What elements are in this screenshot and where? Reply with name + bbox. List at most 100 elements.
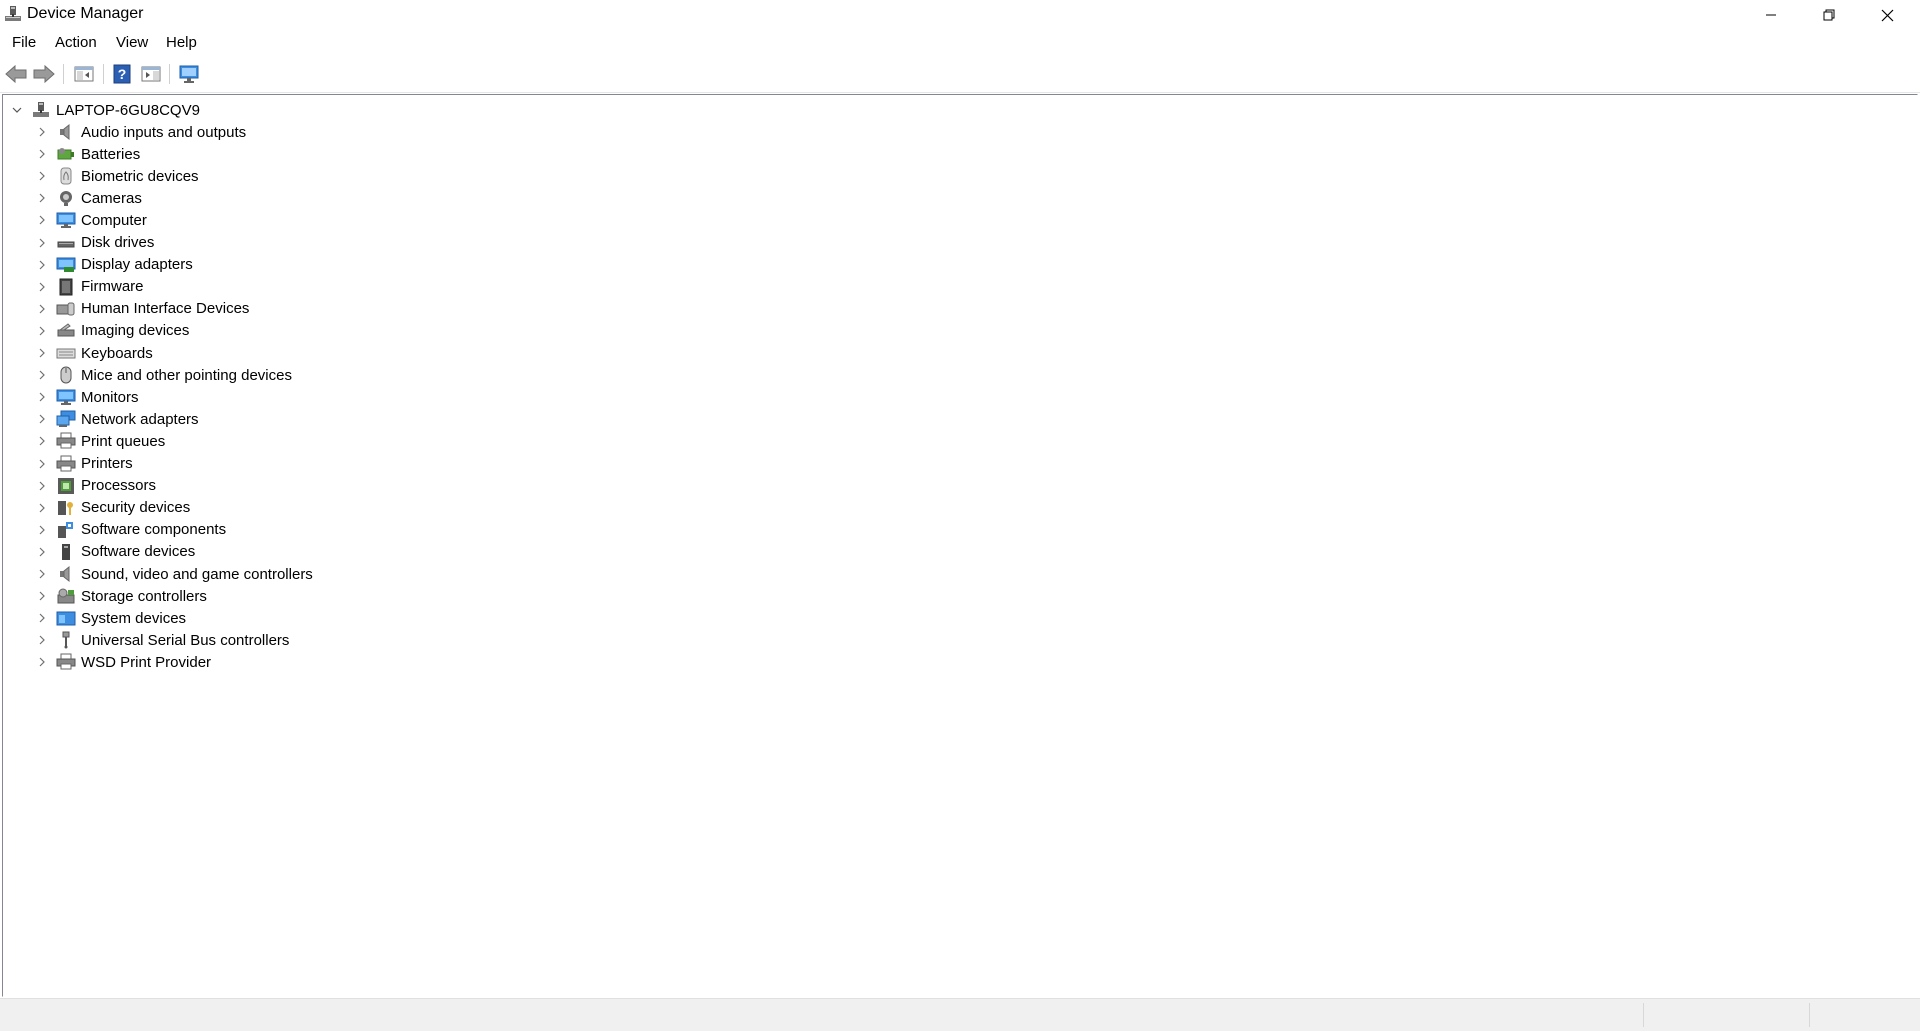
chevron-right-icon[interactable] — [36, 170, 48, 182]
chevron-right-icon[interactable] — [36, 391, 48, 403]
tree-category-item[interactable]: Software components — [36, 519, 226, 541]
chevron-right-icon[interactable] — [36, 281, 48, 293]
chevron-right-icon[interactable] — [36, 656, 48, 668]
tree-category-label: Keyboards — [81, 344, 153, 362]
chevron-right-icon[interactable] — [36, 325, 48, 337]
menu-view[interactable]: View — [114, 33, 150, 52]
tree-category-item[interactable]: Cameras — [36, 187, 142, 209]
tree-category-item[interactable]: System devices — [36, 607, 186, 629]
tree-category-item[interactable]: Sound, video and game controllers — [36, 563, 313, 585]
chevron-right-icon[interactable] — [36, 148, 48, 160]
tree-category-item[interactable]: Universal Serial Bus controllers — [36, 629, 289, 651]
tree-category-item[interactable]: Imaging devices — [36, 320, 189, 342]
printer-icon — [56, 652, 76, 672]
properties-pane-icon — [141, 66, 161, 82]
toolbar-separator — [63, 64, 64, 84]
chevron-right-icon[interactable] — [36, 192, 48, 204]
monitor-icon — [56, 387, 76, 407]
toolbar: ? — [0, 56, 1920, 93]
tree-category-item[interactable]: Computer — [36, 209, 147, 231]
system-folder-icon — [56, 608, 76, 628]
restore-button[interactable] — [1800, 0, 1858, 30]
chevron-right-icon[interactable] — [36, 237, 48, 249]
tree-root-node[interactable]: LAPTOP-6GU8CQV9 — [11, 99, 200, 121]
chevron-right-icon[interactable] — [36, 546, 48, 558]
forward-button[interactable] — [32, 62, 56, 86]
fingerprint-icon — [56, 166, 76, 186]
tree-category-item[interactable]: Keyboards — [36, 342, 153, 364]
chevron-right-icon[interactable] — [36, 590, 48, 602]
tree-category-item[interactable]: Printers — [36, 453, 133, 475]
tree-category-label: Biometric devices — [81, 167, 199, 185]
tree-category-label: Display adapters — [81, 256, 193, 274]
window-title: Device Manager — [27, 5, 144, 22]
tree-category-item[interactable]: Processors — [36, 475, 156, 497]
tree-category-item[interactable]: Display adapters — [36, 254, 193, 276]
computer-tower-icon — [31, 100, 51, 120]
properties-pane-button[interactable] — [139, 62, 163, 86]
chevron-right-icon[interactable] — [36, 369, 48, 381]
chevron-down-icon[interactable] — [11, 104, 23, 116]
menu-bar: File Action View Help — [0, 31, 1920, 55]
tree-category-item[interactable]: Mice and other pointing devices — [36, 364, 292, 386]
mouse-icon — [56, 365, 76, 385]
scan-hardware-button[interactable] — [177, 62, 201, 86]
tree-category-item[interactable]: Human Interface Devices — [36, 298, 249, 320]
tree-category-item[interactable]: Batteries — [36, 143, 140, 165]
chevron-right-icon[interactable] — [36, 458, 48, 470]
tree-category-label: Security devices — [81, 499, 191, 517]
back-button[interactable] — [4, 62, 28, 86]
status-separator — [1643, 1003, 1644, 1027]
tree-category-label: System devices — [81, 609, 187, 627]
chevron-right-icon[interactable] — [36, 303, 48, 315]
close-button[interactable] — [1858, 0, 1916, 30]
chevron-right-icon[interactable] — [36, 480, 48, 492]
tree-category-item[interactable]: Software devices — [36, 541, 195, 563]
chevron-right-icon[interactable] — [36, 413, 48, 425]
chevron-right-icon[interactable] — [36, 126, 48, 138]
monitor-icon — [56, 210, 76, 230]
help-icon: ? — [113, 64, 131, 84]
tree-category-item[interactable]: Biometric devices — [36, 165, 199, 187]
chevron-right-icon[interactable] — [36, 502, 48, 514]
chevron-right-icon[interactable] — [36, 524, 48, 536]
tree-category-item[interactable]: Firmware — [36, 276, 144, 298]
minimize-icon — [1766, 14, 1776, 16]
speaker-icon — [56, 564, 76, 584]
close-icon — [1881, 9, 1893, 21]
chevron-right-icon[interactable] — [36, 634, 48, 646]
chevron-right-icon[interactable] — [36, 214, 48, 226]
chevron-right-icon[interactable] — [36, 435, 48, 447]
minimize-button[interactable] — [1742, 0, 1800, 30]
tree-category-label: Batteries — [81, 145, 141, 163]
camera-icon — [56, 188, 76, 208]
tree-category-item[interactable]: Audio inputs and outputs — [36, 121, 246, 143]
tree-category-label: Print queues — [81, 432, 166, 450]
chevron-right-icon[interactable] — [36, 347, 48, 359]
restore-icon — [1823, 9, 1835, 21]
show-hide-console-tree-button[interactable] — [72, 62, 96, 86]
chevron-right-icon[interactable] — [36, 568, 48, 580]
menu-help[interactable]: Help — [164, 33, 199, 52]
tree-category-item[interactable]: Disk drives — [36, 232, 154, 254]
toolbar-separator — [103, 64, 104, 84]
keyboard-icon — [56, 343, 76, 363]
tree-category-item[interactable]: Network adapters — [36, 408, 199, 430]
chevron-right-icon[interactable] — [36, 612, 48, 624]
menu-file[interactable]: File — [10, 33, 38, 52]
tree-category-label: Software devices — [81, 543, 196, 561]
tree-category-label: Printers — [81, 455, 133, 472]
tree-category-label: Computer — [81, 211, 147, 229]
tree-category-item[interactable]: WSD Print Provider — [36, 651, 211, 673]
tree-category-label: Storage controllers — [81, 587, 207, 605]
device-tree[interactable]: LAPTOP-6GU8CQV9 Audio inputs and outputs… — [2, 94, 1918, 997]
tree-category-item[interactable]: Security devices — [36, 497, 190, 519]
tree-category-item[interactable]: Storage controllers — [36, 585, 207, 607]
tree-category-item[interactable]: Monitors — [36, 386, 139, 408]
menu-action[interactable]: Action — [53, 33, 99, 52]
tree-category-item[interactable]: Print queues — [36, 430, 165, 452]
help-button[interactable]: ? — [110, 62, 134, 86]
chevron-right-icon[interactable] — [36, 259, 48, 271]
processor-icon — [56, 476, 76, 496]
tree-root-label: LAPTOP-6GU8CQV9 — [56, 101, 200, 119]
